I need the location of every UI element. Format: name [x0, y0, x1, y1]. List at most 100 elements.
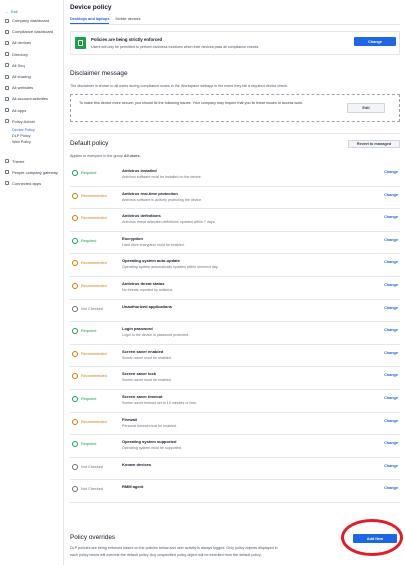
- policy-title: Firewall: [122, 416, 137, 422]
- policy-title: Login password: [122, 326, 153, 332]
- sidebar-item[interactable]: Policy Admin: [0, 116, 63, 127]
- applies-group: All users.: [123, 154, 141, 158]
- policy-title: Antivirus definitions: [122, 213, 161, 219]
- disclaimer-message-text: To make this device more secure, you sho…: [79, 101, 304, 105]
- sidebar-item-label: Policy Admin: [12, 118, 35, 124]
- policy-row: Recommended Operating system auto-update O…: [70, 254, 400, 277]
- back-arrow-icon: ←: [5, 8, 9, 14]
- policy-row: Recommended Antivirus threat status No thr…: [70, 277, 400, 300]
- status-badge: Recommended: [72, 350, 107, 357]
- policy-title: RMM agent: [122, 484, 144, 490]
- nav-icon: [5, 96, 9, 101]
- disclaimer-heading: Disclaimer message: [70, 70, 128, 77]
- check-circle-outline-icon: [72, 350, 78, 357]
- status-badge: Recommended: [72, 260, 107, 267]
- policy-change-link[interactable]: Change: [384, 170, 398, 174]
- check-circle-outline-icon: [72, 282, 78, 289]
- policy-change-link[interactable]: Change: [384, 373, 398, 377]
- status-label: Recommended: [81, 216, 107, 221]
- policy-title: Antivirus threat status: [122, 280, 165, 286]
- exit-link[interactable]: ← Exit: [0, 7, 63, 15]
- policy-change-link[interactable]: Change: [384, 441, 398, 445]
- sidebar-item[interactable]: All websites: [0, 82, 63, 93]
- sidebar-item[interactable]: All Seq: [0, 60, 63, 71]
- status-badge: Recommended: [72, 215, 107, 222]
- policy-change-link[interactable]: Change: [384, 193, 398, 197]
- status-badge: Required: [72, 237, 97, 244]
- status-label: Required: [81, 238, 97, 243]
- applies-prefix: Applies to everyone in the group: [70, 154, 123, 158]
- nav-bottom-list: Theme People company gateway Connected app…: [0, 155, 63, 189]
- nav-icon: [5, 63, 9, 68]
- device-tabs: Desktops and laptops Mobile devices: [70, 17, 400, 25]
- default-policy-applies: Applies to everyone in the group All use…: [70, 154, 141, 158]
- policy-change-link[interactable]: Change: [384, 486, 398, 490]
- status-label: Not Checked: [81, 464, 103, 469]
- status-badge: Not Checked: [72, 486, 103, 493]
- disclaimer-edit-button[interactable]: Edit: [347, 103, 385, 113]
- sidebar-item[interactable]: Company dashboard: [0, 15, 63, 26]
- tab-desktops-laptops[interactable]: Desktops and laptops: [70, 17, 110, 24]
- sidebar-item[interactable]: Directory: [0, 49, 63, 60]
- overrides-desc-line2: each policy below will override the defa…: [70, 553, 262, 557]
- policy-title: Screen saver enabled: [122, 348, 164, 354]
- status-badge: Required: [72, 328, 96, 335]
- page-title: Device policy: [70, 4, 112, 11]
- policy-row: Not Checked RMM agent Change: [70, 480, 400, 503]
- policy-change-link[interactable]: Change: [384, 351, 398, 355]
- nav-icon: [5, 74, 9, 79]
- dash-circle-icon: [72, 305, 78, 312]
- status-badge: Not Checked: [72, 305, 103, 312]
- policy-change-link[interactable]: Change: [384, 396, 398, 400]
- check-circle-outline-icon: [72, 192, 78, 199]
- main-content: Device policy Desktops and laptops Mobil…: [70, 0, 400, 565]
- enforcement-card: Policies are being strictly enforced Use…: [70, 31, 400, 55]
- policy-desc: Screen saver must be enabled.: [122, 355, 172, 360]
- sidebar-item-label: All account activities: [12, 96, 49, 102]
- policy-title: Encryption: [122, 235, 143, 241]
- sidebar-item-label: Directory: [12, 51, 29, 57]
- sidebar-item[interactable]: People company gateway: [0, 167, 63, 178]
- sidebar-item[interactable]: All sharing: [0, 71, 63, 82]
- nav-icon: [5, 108, 9, 113]
- policy-change-link[interactable]: Change: [384, 283, 398, 287]
- revert-to-managed-button[interactable]: Revert to managed: [348, 140, 400, 148]
- sidebar-item[interactable]: Compliance dashboard: [0, 26, 63, 37]
- policy-title: Known devices: [122, 461, 152, 467]
- default-policy-rows: Required Antivirus installed Antivirus sof…: [70, 164, 400, 503]
- status-label: Required: [81, 171, 97, 175]
- disclaimer-message-box: To make this device more secure, you sho…: [70, 94, 400, 122]
- sidebar-item-label: Compliance dashboard: [12, 29, 54, 35]
- policy-change-link[interactable]: Change: [384, 306, 398, 310]
- nav-icon: [5, 159, 9, 164]
- exit-label: Exit: [11, 8, 18, 14]
- enforcement-change-button[interactable]: Change: [354, 37, 396, 46]
- sidebar-item[interactable]: All devices: [0, 37, 63, 48]
- policy-change-link[interactable]: Change: [384, 328, 398, 332]
- policy-change-link[interactable]: Change: [384, 238, 398, 242]
- status-label: Recommended: [81, 261, 107, 266]
- policy-change-link[interactable]: Change: [384, 215, 398, 219]
- sidebar-item[interactable]: All account activities: [0, 93, 63, 104]
- nav-icon: [5, 52, 9, 57]
- policy-desc: No threats reported by antivirus.: [122, 287, 174, 292]
- nav-icon: [5, 29, 9, 34]
- status-label: Recommended: [81, 351, 107, 356]
- sidebar-item-label: All websites: [12, 85, 34, 91]
- sidebar-item[interactable]: Theme: [0, 155, 63, 166]
- nav-icon: [5, 119, 9, 124]
- tab-mobile-devices[interactable]: Mobile devices: [115, 17, 140, 24]
- sidebar-item-label: All apps: [12, 107, 27, 113]
- policy-desc: Screen saver timeout set to 15 minutes o…: [122, 400, 197, 405]
- policy-title: Antivirus installed: [122, 168, 157, 173]
- policy-change-link[interactable]: Change: [384, 419, 398, 423]
- policy-change-link[interactable]: Change: [384, 464, 398, 468]
- policy-row: Required Antivirus installed Antivirus sof…: [70, 164, 400, 187]
- disclaimer-desc: The disclaimer is shown to all users dur…: [70, 84, 289, 88]
- sidebar-item[interactable]: All apps: [0, 105, 63, 116]
- policy-row: Not Checked Known devices Change: [70, 458, 400, 481]
- sidebar-item[interactable]: Connected apps: [0, 178, 63, 189]
- policy-row: Recommended Screen saver enabled Screen sa…: [70, 345, 400, 368]
- policy-change-link[interactable]: Change: [384, 260, 398, 264]
- policy-row: Required Encryption Hard drive encryption …: [70, 232, 400, 255]
